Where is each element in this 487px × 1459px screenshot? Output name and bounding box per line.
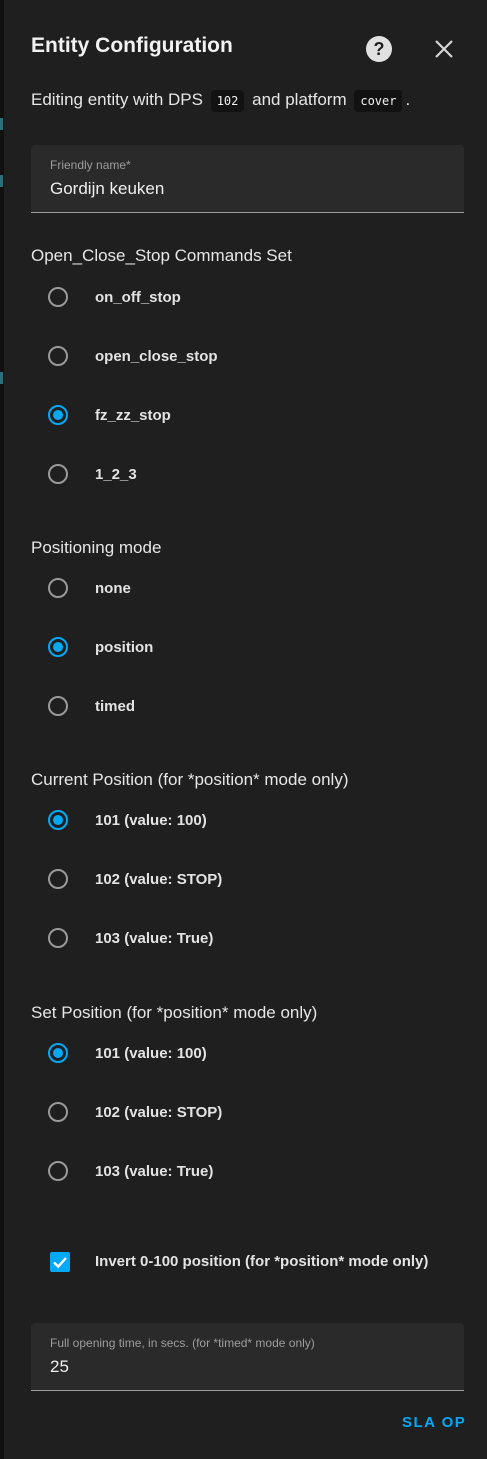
radio-label: timed [95,698,136,715]
radio-button[interactable] [48,696,68,716]
radio-option-current-101[interactable]: 101 (value: 100) [47,805,447,839]
radio-button-checked[interactable] [48,637,68,657]
radio-button[interactable] [48,1102,68,1122]
description-suffix: . [405,90,411,109]
radio-option-current-103[interactable]: 103 (value: True) [47,923,447,957]
checkmark-icon [53,1257,67,1269]
entity-config-dialog: Entity Configuration ? Editing entity wi… [4,0,487,1459]
positioning-mode-title: Positioning mode [31,538,162,557]
radio-label: 102 (value: STOP) [95,871,223,888]
radio-label: 101 (value: 100) [95,812,207,829]
radio-label: 103 (value: True) [95,930,214,947]
radio-button[interactable] [48,928,68,948]
dialog-title: Entity Configuration [31,34,233,57]
radio-option-set-102[interactable]: 102 (value: STOP) [47,1097,447,1131]
background-edge-mark [0,118,3,130]
radio-button[interactable] [48,1161,68,1181]
dps-code: 102 [210,90,245,112]
opening-time-label: Full opening time, in secs. (for *timed*… [50,1336,315,1350]
radio-option-on-off-stop[interactable]: on_off_stop [47,282,447,316]
radio-button[interactable] [48,346,68,366]
description-prefix: Editing entity with DPS [31,90,203,109]
opening-time-value[interactable]: 25 [50,1357,69,1377]
dialog-description: Editing entity with DPS 102 and platform… [31,90,411,112]
help-icon[interactable]: ? [366,36,392,62]
radio-option-set-101[interactable]: 101 (value: 100) [47,1038,447,1072]
radio-label: 101 (value: 100) [95,1045,207,1062]
radio-button[interactable] [48,287,68,307]
radio-option-none[interactable]: none [47,573,447,607]
radio-option-set-103[interactable]: 103 (value: True) [47,1156,447,1190]
radio-option-timed[interactable]: timed [47,691,447,725]
submit-button[interactable]: SLA OP [402,1414,466,1431]
close-icon[interactable] [432,37,456,61]
radio-label: 102 (value: STOP) [95,1104,223,1121]
opening-time-field[interactable]: Full opening time, in secs. (for *timed*… [31,1323,464,1391]
radio-option-fz-zz-stop[interactable]: fz_zz_stop [47,400,447,434]
description-middle: and platform [252,90,347,109]
friendly-name-value[interactable]: Gordijn keuken [50,179,164,199]
current-position-title: Current Position (for *position* mode on… [31,770,349,789]
commands-set-title: Open_Close_Stop Commands Set [31,246,292,265]
friendly-name-label: Friendly name* [50,158,131,172]
radio-label: none [95,580,131,597]
radio-button-checked[interactable] [48,405,68,425]
radio-label: open_close_stop [95,348,218,365]
radio-label: position [95,639,154,656]
platform-code: cover [354,90,403,112]
radio-label: 1_2_3 [95,466,137,483]
radio-button[interactable] [48,464,68,484]
radio-button[interactable] [48,869,68,889]
radio-option-1-2-3[interactable]: 1_2_3 [47,459,447,493]
radio-option-open-close-stop[interactable]: open_close_stop [47,341,447,375]
radio-label: 103 (value: True) [95,1163,214,1180]
invert-position-label: Invert 0-100 position (for *position* mo… [95,1253,429,1270]
invert-position-checkbox[interactable] [50,1252,70,1272]
radio-button-checked[interactable] [48,1043,68,1063]
background-edge-mark [0,372,3,384]
friendly-name-field[interactable]: Friendly name* Gordijn keuken [31,145,464,213]
background-edge-mark [0,175,3,187]
set-position-title: Set Position (for *position* mode only) [31,1003,318,1022]
radio-button[interactable] [48,578,68,598]
radio-label: fz_zz_stop [95,407,171,424]
radio-label: on_off_stop [95,289,181,306]
radio-option-current-102[interactable]: 102 (value: STOP) [47,864,447,898]
radio-option-position[interactable]: position [47,632,447,666]
radio-button-checked[interactable] [48,810,68,830]
